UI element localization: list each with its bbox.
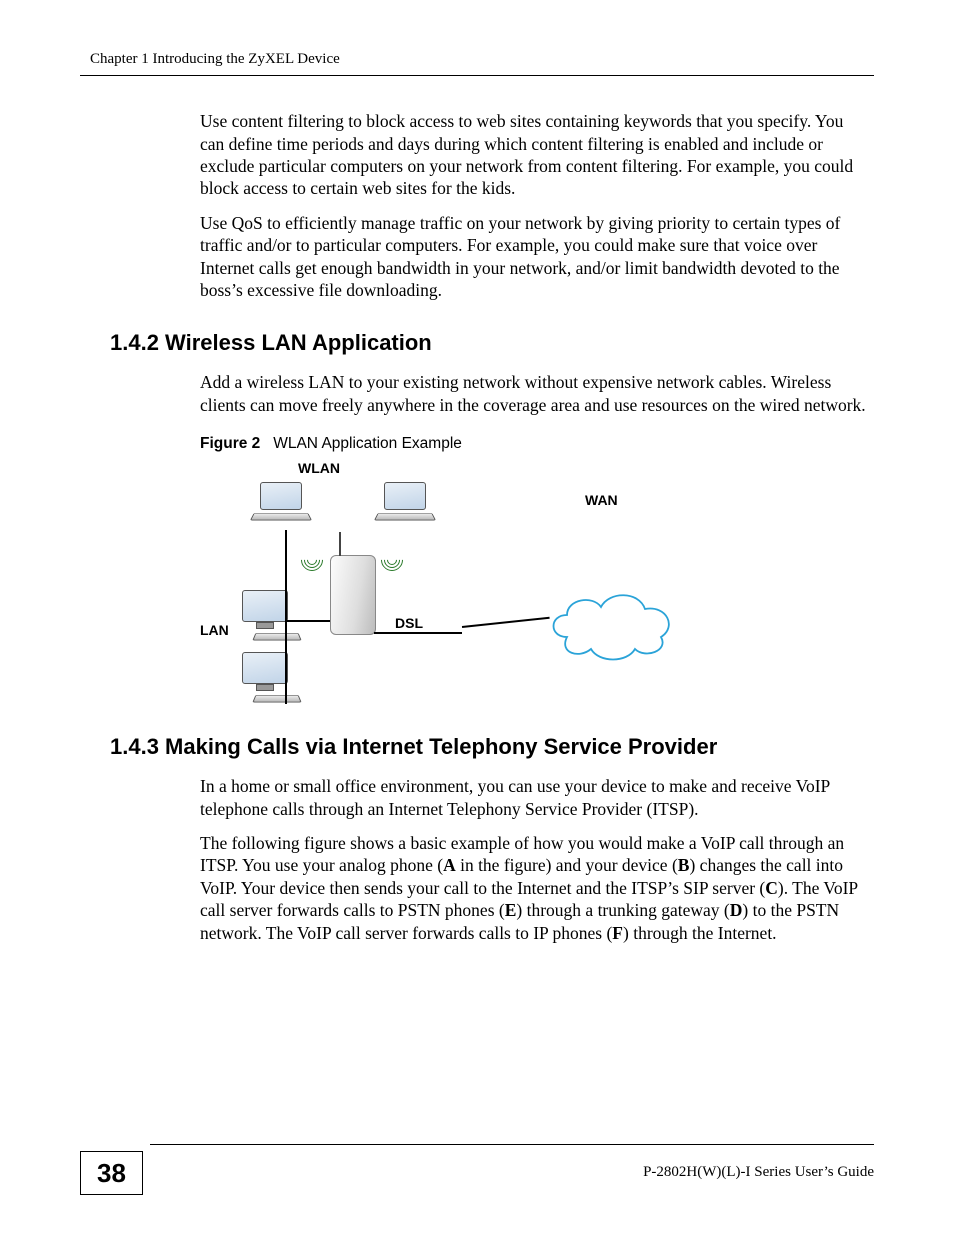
diagram-label-lan: LAN xyxy=(200,622,229,640)
network-line xyxy=(285,530,287,704)
figure-label: Figure 2 xyxy=(200,435,260,452)
paragraph: The following figure shows a basic examp… xyxy=(200,832,870,944)
router-icon xyxy=(330,555,376,635)
diagram-label-wlan: WLAN xyxy=(298,460,340,478)
network-line xyxy=(285,620,330,622)
body-column: Use content filtering to block access to… xyxy=(200,110,870,301)
dsl-line xyxy=(374,632,462,634)
laptop-icon xyxy=(252,482,310,522)
section-heading-143: 1.4.3 Making Calls via Internet Telephon… xyxy=(110,733,874,761)
wifi-signal-icon xyxy=(382,548,404,570)
running-header: Chapter 1 Introducing the ZyXEL Device xyxy=(80,50,874,69)
dsl-line xyxy=(462,617,550,628)
footer-divider xyxy=(150,1144,874,1145)
document-page: Chapter 1 Introducing the ZyXEL Device U… xyxy=(0,0,954,1235)
cloud-icon xyxy=(545,585,680,663)
paragraph: Add a wireless LAN to your existing netw… xyxy=(200,371,870,416)
page-number: 38 xyxy=(80,1151,143,1195)
wifi-signal-icon xyxy=(300,548,322,570)
desktop-pc-icon xyxy=(242,590,308,640)
figure-caption: Figure 2 WLAN Application Example xyxy=(200,434,870,454)
paragraph: Use QoS to efficiently manage traffic on… xyxy=(200,212,870,302)
desktop-pc-icon xyxy=(242,652,308,702)
diagram-label-dsl: DSL xyxy=(395,615,423,633)
figure-caption-text: WLAN Application Example xyxy=(273,435,462,452)
paragraph: In a home or small office environment, y… xyxy=(200,775,870,820)
diagram-label-wan: WAN xyxy=(585,492,618,510)
page-footer: 38 P-2802H(W)(L)-I Series User’s Guide xyxy=(80,1135,874,1195)
figure-wlan-diagram: WLAN WAN LAN DSL Internet xyxy=(200,460,690,705)
body-column: Add a wireless LAN to your existing netw… xyxy=(200,371,870,705)
laptop-icon xyxy=(376,482,434,522)
header-divider xyxy=(80,75,874,76)
body-column: In a home or small office environment, y… xyxy=(200,775,870,944)
section-heading-142: 1.4.2 Wireless LAN Application xyxy=(110,329,874,357)
paragraph: Use content filtering to block access to… xyxy=(200,110,870,200)
footer-guide-title: P-2802H(W)(L)-I Series User’s Guide xyxy=(143,1163,874,1182)
chapter-title: Chapter 1 Introducing the ZyXEL Device xyxy=(90,50,340,69)
